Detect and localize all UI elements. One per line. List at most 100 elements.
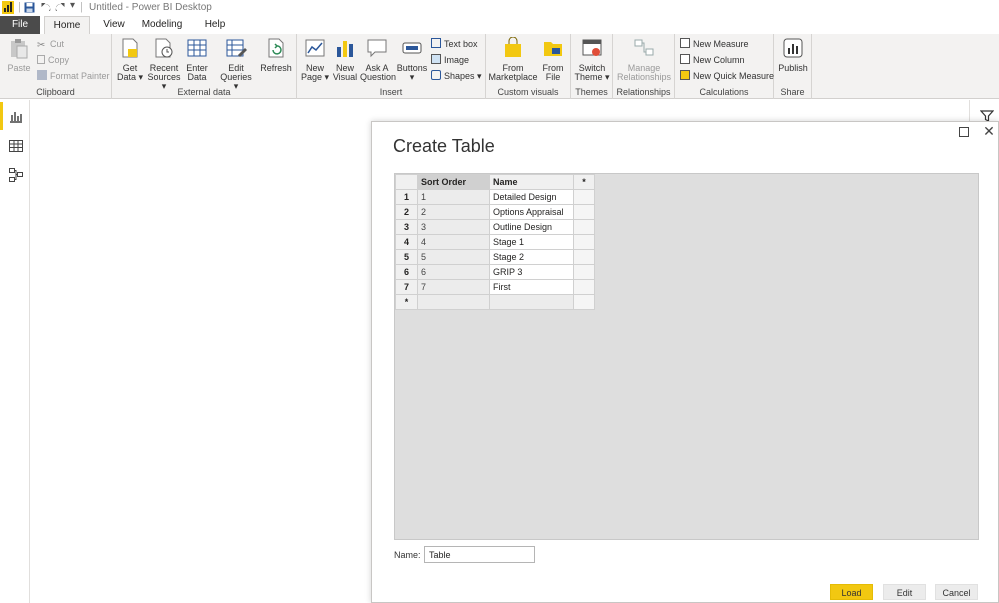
model-view-icon <box>9 168 23 182</box>
table-row: 4 4 Stage 1 <box>395 234 595 250</box>
sort-order-cell[interactable]: 6 <box>417 264 490 280</box>
load-button[interactable]: Load <box>830 584 873 600</box>
themes-group: Switch Theme ▾ Themes <box>571 34 613 99</box>
row-number[interactable]: 7 <box>395 279 418 295</box>
calculator-icon <box>680 38 690 48</box>
name-cell[interactable]: Options Appraisal <box>489 204 574 220</box>
switch-theme-button[interactable]: Switch Theme ▾ <box>573 37 611 82</box>
image-button[interactable]: Image <box>431 53 469 67</box>
shapes-button[interactable]: Shapes ▾ <box>431 69 482 83</box>
empty-cell[interactable] <box>573 264 595 280</box>
column-header-name[interactable]: Name <box>489 174 574 190</box>
sort-order-cell[interactable]: 7 <box>417 279 490 295</box>
name-cell[interactable]: Stage 2 <box>489 249 574 265</box>
recent-sources-icon <box>155 38 173 58</box>
format-painter-label: Format Painter <box>50 71 110 81</box>
empty-cell[interactable] <box>573 249 595 265</box>
empty-cell[interactable] <box>573 219 595 235</box>
publish-button[interactable]: Publish <box>776 37 810 73</box>
customize-toolbar-icon[interactable]: ▾ <box>70 0 75 11</box>
sort-order-cell[interactable]: 4 <box>417 234 490 250</box>
new-visual-label-2: Visual <box>332 72 358 82</box>
manage-relationships-button[interactable]: Manage Relationships <box>615 37 673 82</box>
from-file-button[interactable]: From File <box>538 37 568 82</box>
get-data-button[interactable]: Get Data ▾ <box>114 37 146 82</box>
name-cell[interactable]: Stage 1 <box>489 234 574 250</box>
publish-label: Publish <box>778 63 808 73</box>
new-row-cell[interactable] <box>573 294 595 310</box>
save-icon[interactable] <box>24 2 35 13</box>
new-visual-button[interactable]: New Visual <box>331 37 359 82</box>
tab-help[interactable]: Help <box>198 16 232 34</box>
sort-order-cell[interactable]: 2 <box>417 204 490 220</box>
text-box-label: Text box <box>444 39 478 49</box>
row-number[interactable]: 5 <box>395 249 418 265</box>
name-cell[interactable]: Detailed Design <box>489 189 574 205</box>
table-name-input[interactable] <box>424 546 535 563</box>
empty-cell[interactable] <box>573 204 595 220</box>
title-bar: | ▾ | Untitled - Power BI Desktop <box>0 0 999 16</box>
ask-a-question-button[interactable]: Ask A Question <box>360 37 396 82</box>
format-painter-button[interactable]: Format Painter <box>37 69 110 83</box>
new-row-cell[interactable] <box>417 294 490 310</box>
row-number[interactable]: 2 <box>395 204 418 220</box>
edit-queries-button[interactable]: Edit Queries ▾ <box>218 37 254 91</box>
share-group-label: Share <box>780 87 805 97</box>
tab-modeling[interactable]: Modeling <box>136 16 188 34</box>
copy-button[interactable]: Copy <box>37 53 69 67</box>
recent-sources-button[interactable]: Recent Sources ▾ <box>146 37 182 91</box>
data-view-button[interactable] <box>0 132 30 160</box>
row-number[interactable]: 4 <box>395 234 418 250</box>
new-measure-label: New Measure <box>693 39 749 49</box>
paste-button[interactable]: Paste <box>4 37 34 73</box>
empty-cell[interactable] <box>573 189 595 205</box>
sort-order-cell[interactable]: 1 <box>417 189 490 205</box>
enter-data-button[interactable]: Enter Data <box>182 37 212 82</box>
undo-icon[interactable] <box>40 2 51 13</box>
new-measure-button[interactable]: New Measure <box>680 37 749 51</box>
new-page-button[interactable]: New Page ▾ <box>299 37 331 82</box>
name-cell[interactable]: Outline Design <box>489 219 574 235</box>
tab-view[interactable]: View <box>96 16 132 34</box>
copy-label: Copy <box>48 55 70 65</box>
add-column-header[interactable]: * <box>573 174 595 190</box>
row-number[interactable]: 3 <box>395 219 418 235</box>
paste-icon <box>11 39 28 59</box>
name-cell[interactable]: GRIP 3 <box>489 264 574 280</box>
redo-icon[interactable] <box>55 2 66 13</box>
insert-group-label: Insert <box>379 87 403 97</box>
new-quick-measure-button[interactable]: New Quick Measure <box>680 69 774 83</box>
speech-bubble-icon <box>367 39 387 58</box>
sort-order-cell[interactable]: 3 <box>417 219 490 235</box>
cancel-button[interactable]: Cancel <box>935 584 978 600</box>
relationships-view-button[interactable] <box>0 161 30 189</box>
new-column-button[interactable]: New Column <box>680 53 745 67</box>
close-icon[interactable]: ✕ <box>982 123 996 140</box>
themes-group-label: Themes <box>575 87 608 97</box>
tab-home[interactable]: Home <box>44 16 90 34</box>
maximize-icon[interactable] <box>959 127 969 137</box>
new-row-cell[interactable] <box>489 294 574 310</box>
from-marketplace-button[interactable]: From Marketplace <box>488 36 538 82</box>
image-label: Image <box>444 55 470 65</box>
buttons-button[interactable]: Buttons ▾ <box>396 37 428 82</box>
get-data-label-2: Data ▾ <box>116 72 144 82</box>
cut-button[interactable]: ✂ Cut <box>37 37 64 51</box>
column-header-sort-order[interactable]: Sort Order <box>417 174 490 190</box>
edit-button[interactable]: Edit <box>883 584 926 600</box>
row-number[interactable]: 1 <box>395 189 418 205</box>
row-number[interactable]: 6 <box>395 264 418 280</box>
refresh-button[interactable]: Refresh <box>258 37 294 73</box>
empty-cell[interactable] <box>573 279 595 295</box>
table-body: 1 1 Detailed Design 2 2 Options Appraisal 3 3 Ou… <box>395 189 595 310</box>
name-cell[interactable]: First <box>489 279 574 295</box>
text-box-button[interactable]: Text box <box>431 37 478 51</box>
sort-order-cell[interactable]: 5 <box>417 249 490 265</box>
buttons-icon <box>402 42 422 54</box>
report-view-button[interactable] <box>0 102 30 130</box>
new-row-marker[interactable]: * <box>395 294 418 310</box>
from-marketplace-label-2: Marketplace <box>488 72 538 82</box>
shapes-label: Shapes ▾ <box>444 71 482 81</box>
empty-cell[interactable] <box>573 234 595 250</box>
tab-file[interactable]: File <box>0 16 40 34</box>
